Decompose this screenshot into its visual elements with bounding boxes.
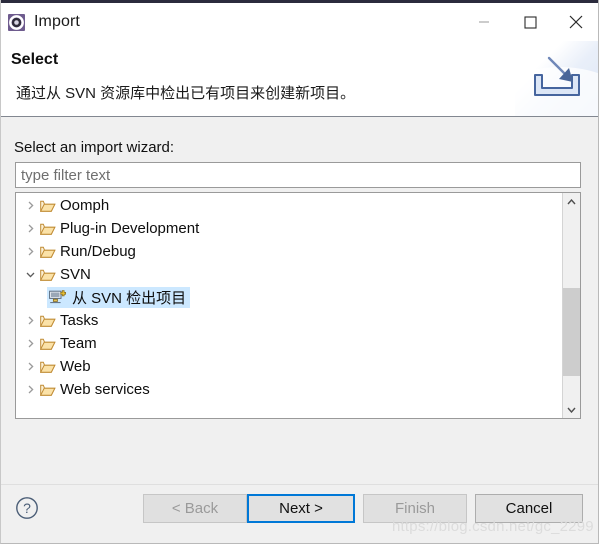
- tree-item-label: Plug-in Development: [60, 220, 200, 237]
- wizard-tree: Oomph Plug-in Development Run/Debug SVN 从 SV…: [15, 192, 581, 419]
- wizard-body: Select an import wizard: Oomph Plug-in De…: [0, 117, 599, 484]
- chevron-right-icon[interactable]: [22, 224, 39, 233]
- scrollbar-thumb[interactable]: [563, 288, 580, 376]
- chevron-right-icon[interactable]: [22, 339, 39, 348]
- import-wizard-dialog: Import Select 通过从 SVN 资源库中检出已有项目来创建新项目。: [0, 0, 599, 544]
- import-banner-icon: [485, 41, 599, 117]
- maximize-icon[interactable]: [507, 2, 553, 43]
- tree-item-label: Web: [60, 358, 91, 375]
- tree-item-label: Oomph: [60, 197, 110, 214]
- tree-row[interactable]: SVN: [16, 263, 562, 286]
- tree-row[interactable]: Plug-in Development: [16, 217, 562, 240]
- close-icon[interactable]: [553, 2, 599, 43]
- chevron-down-icon[interactable]: [563, 401, 580, 418]
- folder-icon: [39, 383, 57, 397]
- tree-item-label: Team: [60, 335, 97, 352]
- gear-icon: [9, 14, 24, 30]
- folder-icon: [39, 245, 57, 259]
- window-title: Import: [34, 13, 80, 30]
- tree-row[interactable]: Team: [16, 332, 562, 355]
- wizard-tree-list[interactable]: Oomph Plug-in Development Run/Debug SVN 从 SV…: [16, 193, 562, 418]
- tree-item-label: Web services: [60, 381, 150, 398]
- folder-icon: [39, 268, 57, 282]
- tree-item-label: Tasks: [60, 312, 99, 329]
- wizard-header: Select 通过从 SVN 资源库中检出已有项目来创建新项目。: [0, 41, 599, 117]
- tree-row[interactable]: 从 SVN 检出项目: [16, 286, 562, 309]
- tree-row[interactable]: Web services: [16, 378, 562, 401]
- folder-icon: [39, 222, 57, 236]
- chevron-right-icon[interactable]: [22, 385, 39, 394]
- filter-input[interactable]: [15, 162, 581, 188]
- chevron-right-icon[interactable]: [22, 201, 39, 210]
- title-bar: Import: [0, 0, 599, 41]
- folder-icon: [39, 314, 57, 328]
- minimize-icon[interactable]: [461, 2, 507, 43]
- import-wizard-label: Select an import wizard:: [14, 139, 175, 156]
- chevron-right-icon[interactable]: [22, 316, 39, 325]
- svg-text:?: ?: [23, 500, 31, 516]
- tree-row[interactable]: Tasks: [16, 309, 562, 332]
- folder-icon: [39, 337, 57, 351]
- back-button[interactable]: < Back: [143, 494, 247, 523]
- chevron-right-icon[interactable]: [22, 362, 39, 371]
- tree-row[interactable]: Web: [16, 355, 562, 378]
- finish-button[interactable]: Finish: [363, 494, 467, 523]
- tree-item-label: Run/Debug: [60, 243, 136, 260]
- tree-scrollbar[interactable]: [562, 193, 580, 418]
- cancel-button[interactable]: Cancel: [475, 494, 583, 523]
- chevron-up-icon[interactable]: [563, 193, 580, 210]
- page-title: Select: [11, 51, 59, 68]
- tree-item-label: SVN: [60, 266, 91, 283]
- page-description: 通过从 SVN 资源库中检出已有项目来创建新项目。: [16, 85, 356, 102]
- chevron-right-icon[interactable]: [22, 247, 39, 256]
- folder-icon: [39, 360, 57, 374]
- tree-item-label: 从 SVN 检出项目: [72, 290, 187, 307]
- chevron-down-icon[interactable]: [22, 272, 39, 278]
- window-controls: [461, 2, 599, 43]
- folder-icon: [39, 199, 57, 213]
- help-icon[interactable]: ?: [15, 496, 39, 520]
- tree-row[interactable]: Run/Debug: [16, 240, 562, 263]
- eclipse-wizard-icon: [8, 13, 25, 31]
- next-button[interactable]: Next >: [247, 494, 355, 523]
- svn-checkout-icon: [47, 289, 67, 306]
- tree-row[interactable]: Oomph: [16, 194, 562, 217]
